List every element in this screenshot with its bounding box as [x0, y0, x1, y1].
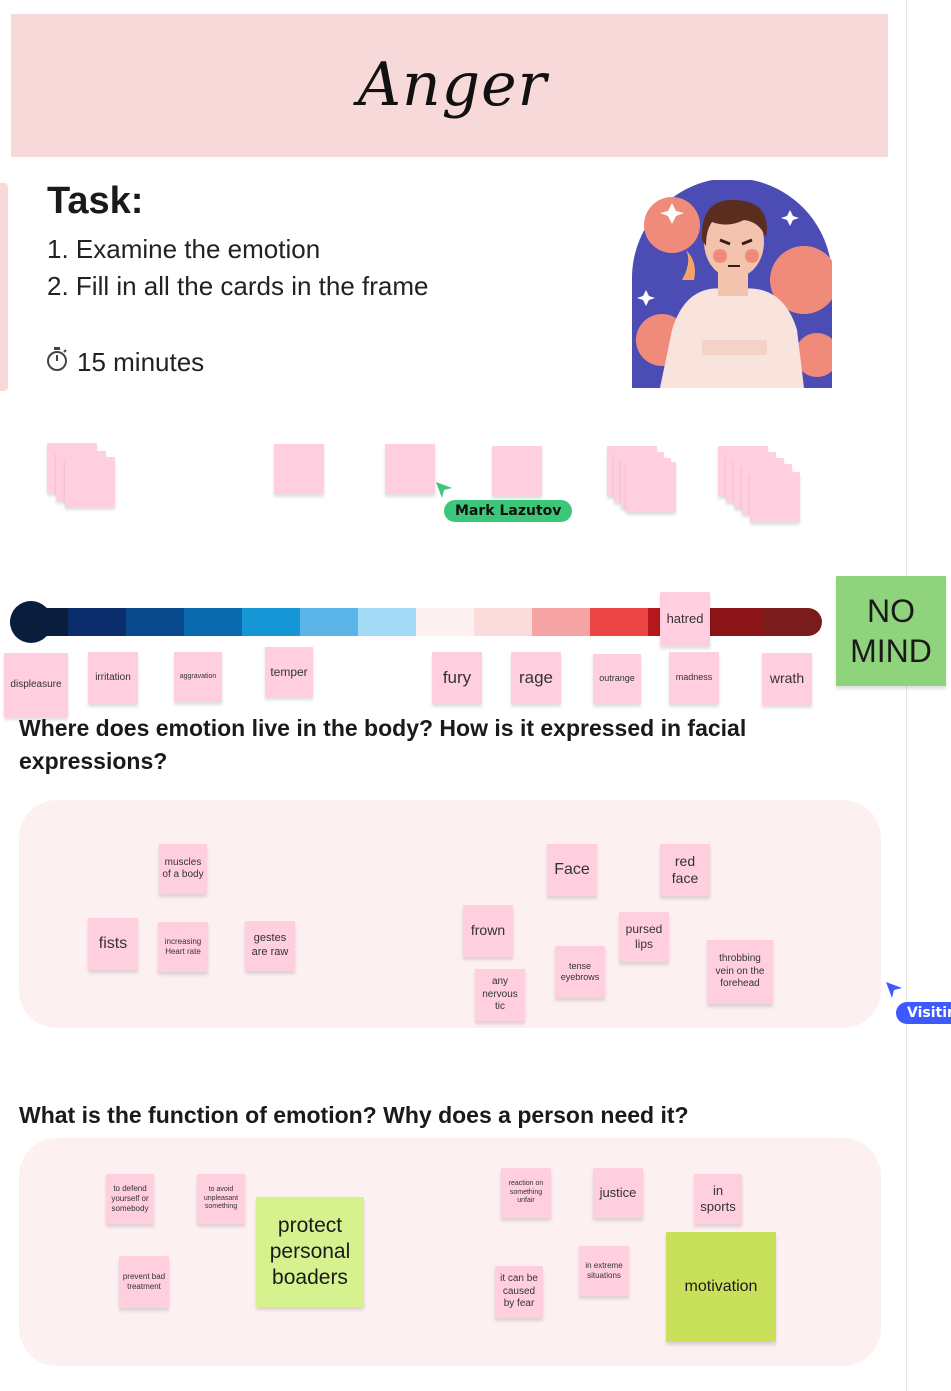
collaborator-cursor-icon [884, 980, 904, 1004]
scale-segment [126, 608, 184, 636]
scale-segment [764, 608, 822, 636]
answer-note[interactable]: protect personal boaders [256, 1197, 364, 1307]
answer-note[interactable]: throbbing vein on the forehead [707, 940, 773, 1004]
scale-word-note[interactable]: rage [511, 652, 561, 704]
scale-word-note[interactable]: temper [265, 647, 313, 697]
scale-segment [416, 608, 474, 636]
task-step-2: 2. Fill in all the cards in the frame [47, 271, 429, 301]
angry-person-illustration [632, 178, 839, 388]
scale-word-note[interactable]: outrange [593, 654, 641, 704]
scale-word-note[interactable]: hatred [660, 592, 710, 646]
scale-handle[interactable] [10, 601, 52, 643]
answer-note[interactable]: to defend yourself or somebody [106, 1174, 154, 1224]
scale-word-note[interactable]: fury [432, 652, 482, 704]
sticky-stack-card[interactable] [750, 472, 800, 522]
scale-segment [474, 608, 532, 636]
scale-segment [68, 608, 126, 636]
answer-note[interactable]: red face [660, 844, 710, 896]
answer-note[interactable]: frown [463, 905, 513, 957]
collaborator-name-label: Visiting [896, 1002, 951, 1024]
sticky-card-empty[interactable] [274, 444, 324, 494]
answer-note[interactable]: tense eyebrows [555, 946, 605, 998]
scale-word-note[interactable]: madness [669, 652, 719, 704]
answer-note[interactable]: reaction on something unfair [501, 1168, 551, 1218]
answer-note[interactable]: any nervous tic [475, 969, 525, 1021]
frame-title: Anger [357, 50, 548, 120]
scale-word-note[interactable]: aggravation [174, 652, 222, 702]
timer-text: 15 minutes [77, 347, 205, 377]
answer-note[interactable]: justice [593, 1168, 643, 1218]
answer-note[interactable]: in sports [694, 1174, 742, 1224]
question-function: What is the function of emotion? Why doe… [19, 1102, 689, 1128]
no-mind-note[interactable]: NO MIND [836, 576, 946, 686]
stopwatch-icon [45, 346, 69, 379]
question-body-expression: Where does emotion live in the body? How… [19, 715, 747, 775]
scale-segment [532, 608, 590, 636]
answer-note[interactable]: muscles of a body [159, 844, 207, 894]
timer: 15 minutes [45, 346, 204, 379]
scale-word-note[interactable]: displeasure [4, 653, 68, 717]
sticky-card-empty[interactable] [385, 444, 435, 494]
sticky-card-empty[interactable] [492, 446, 542, 496]
sticky-stack-card[interactable] [626, 462, 676, 512]
board-edge-divider [906, 0, 907, 1391]
answer-note[interactable]: Face [547, 844, 597, 896]
scale-segment [242, 608, 300, 636]
scale-word-note[interactable]: irritation [88, 652, 138, 704]
answer-note[interactable]: it can be caused by fear [495, 1266, 543, 1318]
answer-note[interactable]: prevent bad treatment [119, 1256, 169, 1308]
scale-segment [300, 608, 358, 636]
scale-word-note[interactable]: wrath [762, 653, 812, 705]
answer-note[interactable]: fists [88, 918, 138, 970]
scale-segment [706, 608, 764, 636]
scale-segment [184, 608, 242, 636]
answer-note[interactable]: gestes are raw [245, 921, 295, 971]
task-step-1: 1. Examine the emotion [47, 234, 321, 264]
sticky-stack-card[interactable] [65, 457, 115, 507]
frame-left-edge [0, 183, 8, 391]
answer-note[interactable]: in extreme situations [579, 1246, 629, 1296]
scale-segment [590, 608, 648, 636]
task-heading: Task: [47, 180, 144, 222]
answer-note[interactable]: motivation [666, 1232, 776, 1342]
collaborator-name-label: Mark Lazutov [444, 500, 573, 522]
answer-note[interactable]: pursed lips [619, 912, 669, 962]
answer-note[interactable]: increasing Heart rate [158, 922, 208, 972]
scale-segment [358, 608, 416, 636]
answer-note[interactable]: to avoid unpleasant something [197, 1174, 245, 1224]
